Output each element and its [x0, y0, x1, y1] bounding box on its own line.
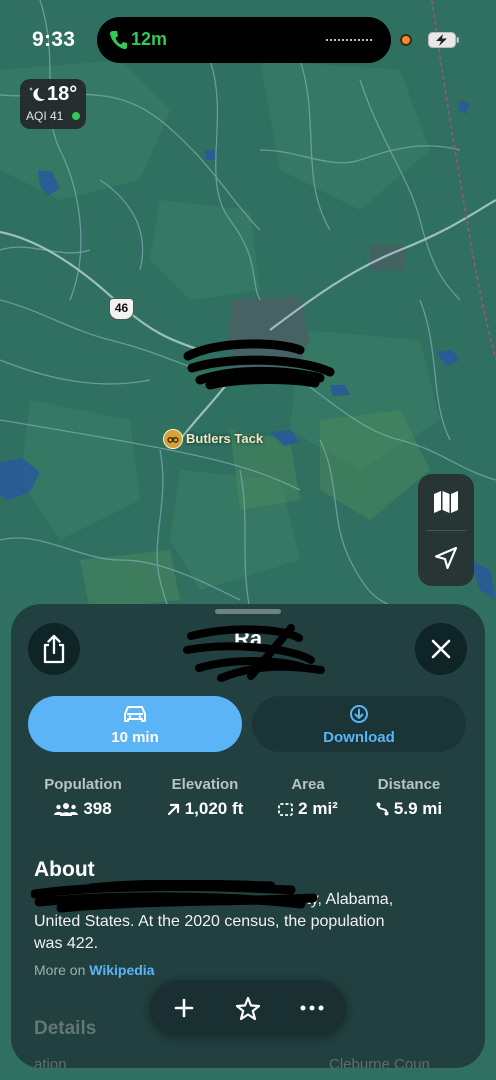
- stat-value: 1,020 ft: [155, 799, 255, 819]
- stat-value: 398: [35, 799, 131, 819]
- about-redaction-scribble: [31, 880, 318, 913]
- plus-icon: [174, 998, 194, 1018]
- distance-value: 5.9 mi: [393, 799, 443, 818]
- stat-label: Population: [44, 776, 122, 793]
- more-on-prefix: More on: [34, 962, 90, 978]
- stat-label: Distance: [377, 776, 441, 793]
- current-location-button[interactable]: [418, 530, 474, 586]
- more-on-wikipedia: More on Wikipedia: [34, 962, 154, 978]
- phone-icon: [109, 31, 127, 50]
- map-controls: [418, 474, 474, 586]
- about-heading: About: [34, 858, 95, 881]
- share-button[interactable]: [28, 623, 80, 675]
- close-button[interactable]: [415, 623, 467, 675]
- wikipedia-link[interactable]: Wikipedia: [89, 962, 154, 978]
- more-icon: [300, 1005, 324, 1011]
- stat-value: 2 mi²: [271, 799, 345, 819]
- temperature: 18°: [47, 83, 78, 105]
- poi-label: Butlers Tack: [186, 431, 264, 446]
- car-icon: [124, 706, 146, 722]
- stat-label: Elevation: [171, 776, 239, 793]
- arrow-up-right-icon: [167, 803, 179, 815]
- audio-waveform-icon: [326, 39, 372, 41]
- dynamic-island-call[interactable]: 12m: [97, 17, 391, 63]
- title-redaction-scribble: [183, 624, 325, 682]
- location-arrow-icon: [434, 546, 458, 570]
- status-time: 9:33: [32, 28, 76, 51]
- directions-drive-button[interactable]: 10 min: [28, 696, 242, 752]
- details-row-label: ation: [34, 1056, 67, 1068]
- population-value: 398: [83, 799, 112, 818]
- about-line-3: was 422.: [34, 935, 99, 952]
- about-line-2: United States. At the 2020 census, the p…: [34, 913, 385, 930]
- moon-stars-icon: [29, 87, 45, 101]
- place-sheet[interactable]: Ra 10 min Download Population 398 Elevat…: [11, 604, 485, 1068]
- dashed-square-icon: [278, 802, 294, 816]
- star-icon: [235, 996, 261, 1020]
- favorite-button[interactable]: [216, 980, 280, 1036]
- drive-time-label: 10 min: [111, 729, 159, 746]
- details-county-value: Cleburne Coun: [329, 1056, 430, 1068]
- sheet-toolbar: [150, 980, 346, 1036]
- call-timer: 12m: [131, 29, 168, 49]
- stat-elevation: Elevation 1,020 ft: [155, 776, 255, 819]
- sheet-grabber[interactable]: [215, 609, 281, 614]
- binoculars-icon: [163, 429, 183, 449]
- camera-indicator-dot: [400, 34, 412, 46]
- download-button[interactable]: Download: [252, 696, 466, 752]
- people-icon: [54, 803, 79, 816]
- share-icon: [43, 634, 65, 664]
- close-icon: [431, 639, 451, 659]
- stat-value: 5.9 mi: [365, 799, 453, 819]
- aqi-label: AQI 41: [26, 109, 64, 123]
- stat-area: Area 2 mi²: [271, 776, 345, 819]
- battery-charging-icon: [428, 32, 459, 48]
- stat-population: Population 398: [35, 776, 131, 819]
- map-mode-button[interactable]: [418, 474, 474, 530]
- route-icon: [376, 802, 389, 816]
- download-circle-icon: [350, 705, 368, 723]
- stat-distance: Distance 5.9 mi: [365, 776, 453, 819]
- weather-widget[interactable]: 18° AQI 41: [20, 79, 86, 129]
- map-mode-icon: [434, 491, 458, 513]
- download-label: Download: [323, 729, 395, 746]
- area-value: 2 mi²: [298, 799, 338, 818]
- elevation-value: 1,020 ft: [184, 799, 244, 818]
- aqi-status-dot: [72, 112, 80, 120]
- details-heading: Details: [34, 1018, 97, 1039]
- more-button[interactable]: [280, 980, 344, 1036]
- stat-label: Area: [291, 776, 325, 793]
- add-button[interactable]: [152, 980, 216, 1036]
- route-shield[interactable]: 46: [109, 298, 134, 320]
